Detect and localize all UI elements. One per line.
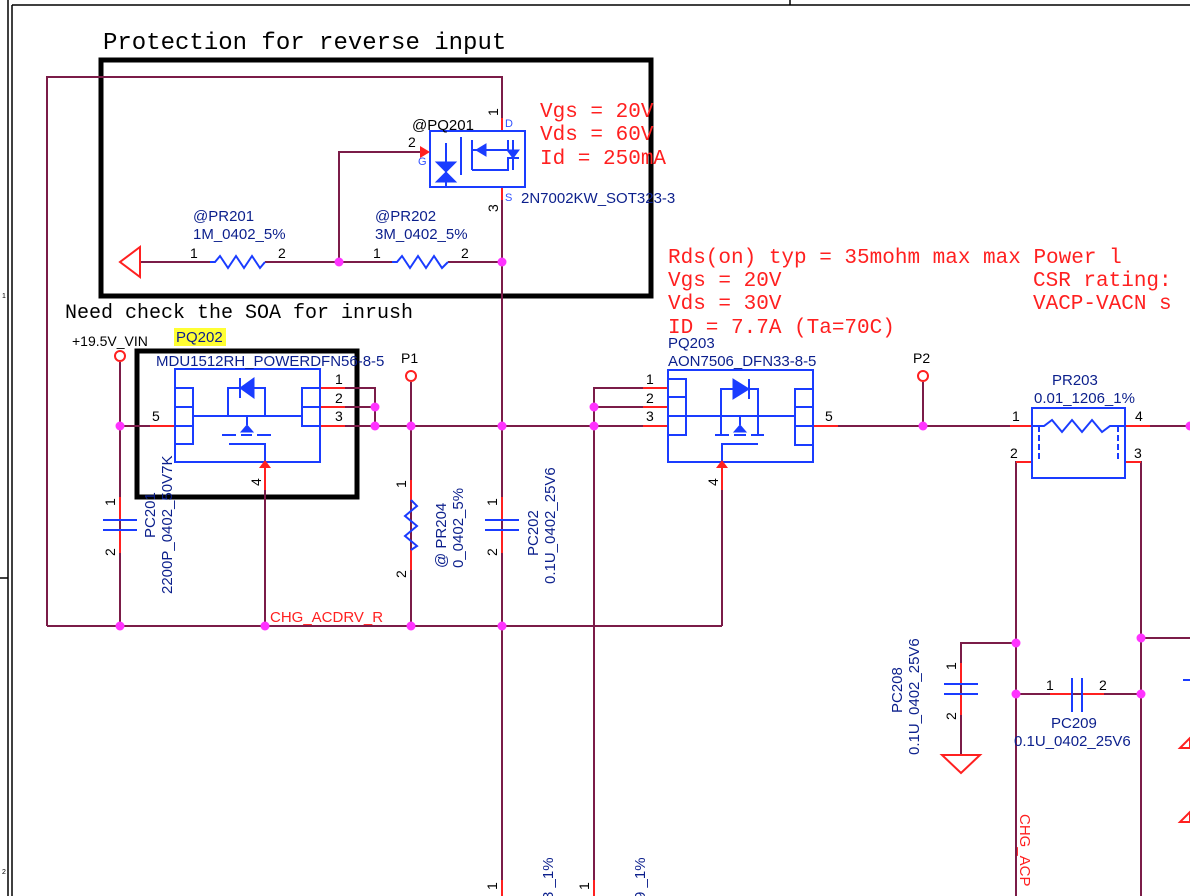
pin-number: 1 [576,882,592,890]
pc201-ref: PC201 [142,492,159,538]
note-line: Vds = 30V [668,293,782,316]
ground-icon [118,245,141,279]
note-line: Rds(on) typ = 35mohm max max Power l [668,247,1122,270]
pin-number: 1 [646,371,654,387]
pin-number: 1 [484,882,500,890]
note-line: Vds = 60V [540,124,654,147]
p1-label: P1 [401,350,418,366]
p1-test-point-icon[interactable] [405,370,417,382]
pq202-mosfet[interactable] [174,368,321,468]
pq203-mosfet[interactable] [667,369,814,468]
chg-acdrv-net-label: CHG_ACDRV_R [270,609,383,626]
pq203-ratings: Rds(on) typ = 35mohm max max Power l Vgs… [668,247,1172,340]
pr204-ref: @ PR204 [433,503,450,568]
pin-name: S [505,192,512,204]
pin-number: 3 [335,408,343,424]
pin-number: 4 [705,478,721,486]
pc209-value: 0.1U_0402_25V6 [1014,733,1131,750]
pin-number: 1 [484,498,500,506]
note-line: CSR rating: [1033,270,1172,293]
pc201-value: 2200P_0402_50V7K [159,456,176,594]
pr201-ref: @PR201 [193,208,254,225]
pq203-value: AON7506_DFN33-8-5 [668,353,816,370]
pc209-ref: PC209 [1051,715,1097,732]
pin-number: 3 [485,204,501,212]
schematic-canvas: 1 2 Protection for reverse input Need ch… [0,0,1190,896]
bottom-part-value: 9 _1% [632,857,649,896]
row-mark-2: 2 [2,869,6,876]
ground-icon [1177,810,1190,823]
note-line: Vgs = 20V [668,270,782,293]
pin-number: 1 [485,108,501,116]
pq202-ref: PQ202 [176,329,223,346]
pin-number: 3 [1134,445,1142,461]
note-line: Id = 250mA [540,148,666,171]
pr203-current-sense-resistor[interactable] [1031,407,1126,479]
pin-number: 4 [248,478,264,486]
pq201-mosfet[interactable] [420,130,526,188]
pr202-resistor-icon[interactable] [392,254,449,270]
pr201-resistor-icon[interactable] [210,254,266,270]
vin-net-label: +19.5V_VIN [72,333,148,349]
pin-number: 2 [461,245,469,261]
pin-number: 2 [335,390,343,406]
pq202-value: MDU1512RH_POWERDFN56-8-5 [156,353,384,370]
pin-number: 1 [1012,408,1020,424]
pc202-value: 0.1U_0402_25V6 [542,467,559,584]
pin-number: 2 [1099,677,1107,693]
p2-label: P2 [913,350,930,366]
pr204-value: 0_0402_5% [450,488,467,568]
protection-title: Protection for reverse input [103,30,506,57]
pin-number: 5 [152,408,160,424]
pin-number: 2 [278,245,286,261]
pin-number: 2 [408,134,416,150]
pin-number: 1 [335,371,343,387]
pc208-value: 0.1U_0402_25V6 [906,638,923,755]
pr202-ref: @PR202 [375,208,436,225]
pin-number: 2 [943,712,959,720]
pin-name: D [505,118,513,130]
bottom-part-value: 3 _1% [540,857,557,896]
pin-number: 1 [190,245,198,261]
pr203-ref: PR203 [1052,372,1098,389]
pin-number: 4 [1135,408,1143,424]
row-mark-1: 1 [2,293,6,300]
pr202-value: 3M_0402_5% [375,226,468,243]
pc208-ref: PC208 [889,667,906,713]
pin-number: 1 [373,245,381,261]
pin-number: 2 [393,570,409,578]
chg-acp-net-label: CHG_ACP [1016,814,1033,887]
soa-note: Need check the SOA for inrush [65,302,413,325]
p2-test-point-icon[interactable] [917,370,929,382]
pr203-value: 0.01_1206_1% [1034,390,1135,407]
note-line: Vgs = 20V [540,101,654,124]
pin-number: 2 [646,390,654,406]
pin-number: 3 [646,408,654,424]
pin-number: 1 [943,662,959,670]
note-line: VACP-VACN s [1033,293,1172,316]
pq201-ref: @PQ201 [412,117,474,134]
pin-number: 1 [1046,677,1054,693]
pin-number: 1 [102,498,118,506]
pq201-value: 2N7002KW_SOT323-3 [521,190,675,207]
pin-number: 1 [393,480,409,488]
pq201-ratings: Vgs = 20V Vds = 60V Id = 250mA [540,101,666,171]
pq203-ref: PQ203 [668,335,715,352]
pc202-ref: PC202 [525,510,542,556]
pin-name: G [418,156,427,168]
pin-number: 2 [102,548,118,556]
pin-number: 5 [825,408,833,424]
pr201-value: 1M_0402_5% [193,226,286,243]
ground-icon [939,754,983,775]
vin-port-icon [114,350,126,362]
pin-number: 2 [484,548,500,556]
pin-number: 2 [1010,445,1018,461]
ground-icon [1177,736,1190,749]
